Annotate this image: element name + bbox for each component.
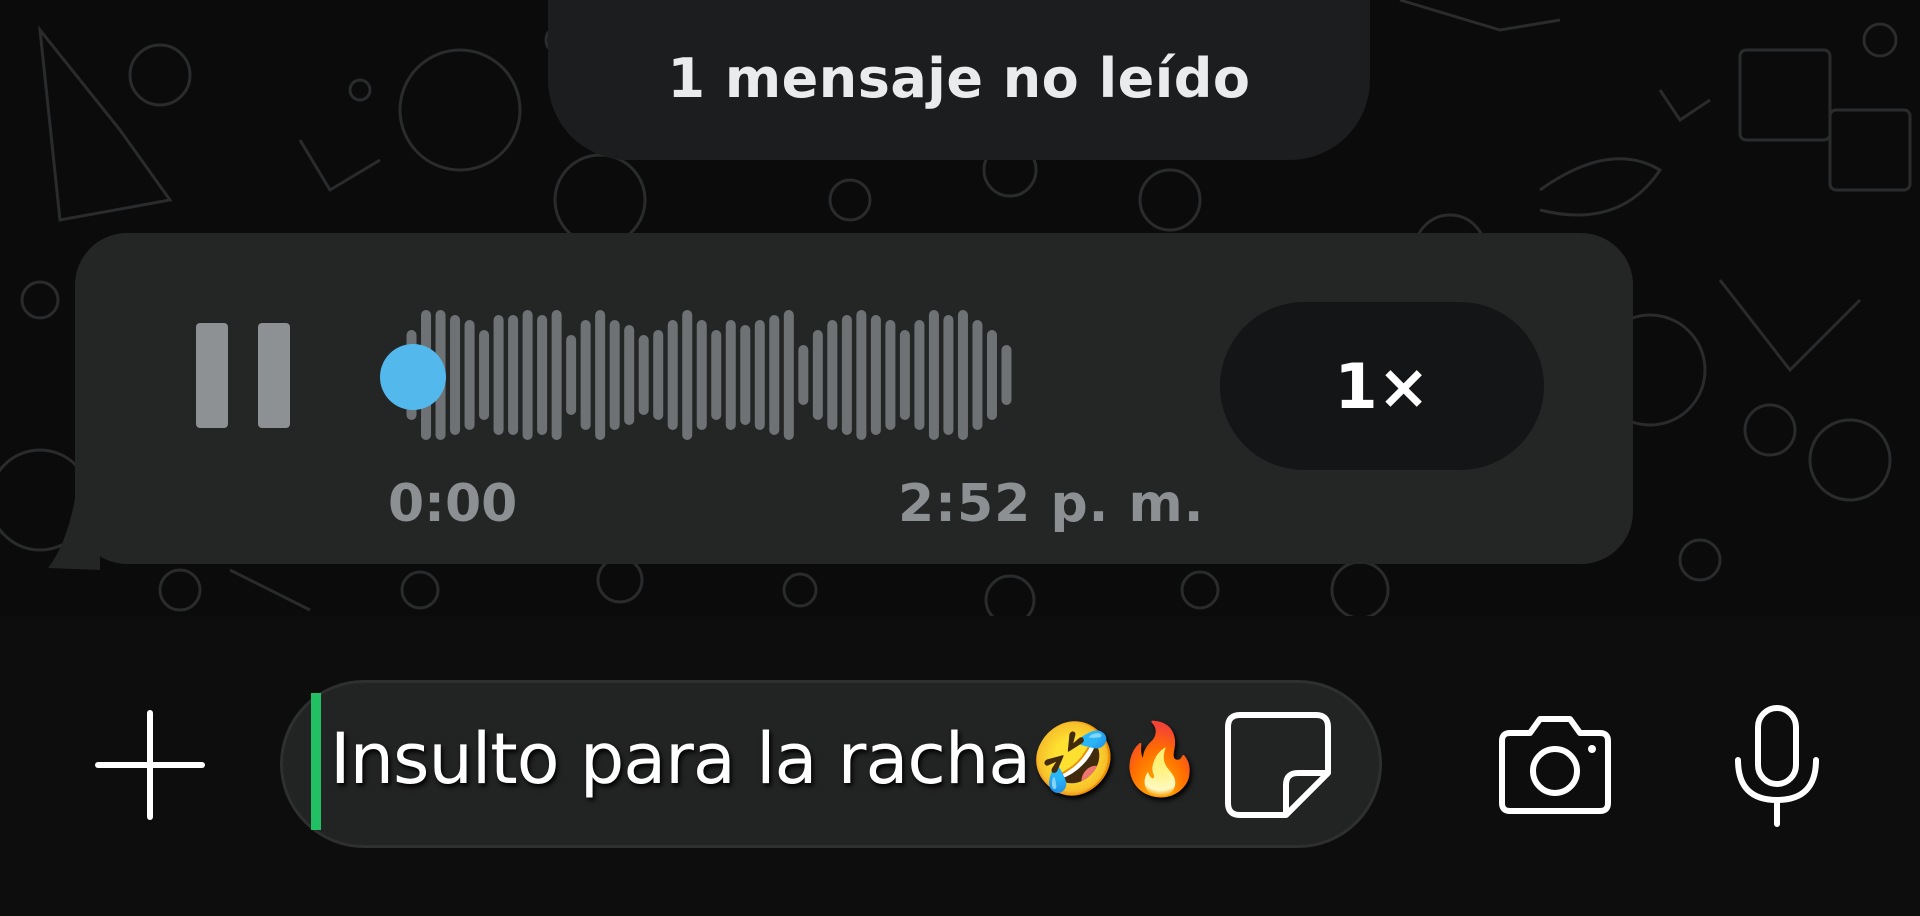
waveform-bar xyxy=(682,310,693,440)
waveform-bar xyxy=(783,310,794,440)
waveform-bar xyxy=(812,330,823,420)
chat-screen: 1 mensaje no leído 0:00 2:52 p. m. 1× In… xyxy=(0,0,1920,916)
unread-messages-label: 1 mensaje no leído xyxy=(667,46,1251,110)
waveform-bar xyxy=(537,315,548,435)
waveform-bar xyxy=(928,310,939,440)
waveform-bar xyxy=(580,320,591,430)
waveform-bar xyxy=(450,315,461,435)
waveform-bar xyxy=(464,320,475,430)
plus-icon[interactable] xyxy=(90,705,210,825)
microphone-icon[interactable] xyxy=(1722,700,1832,830)
waveform-bar xyxy=(711,330,722,420)
waveform-bar xyxy=(914,320,925,430)
waveform-bar xyxy=(653,330,664,420)
waveform-bar xyxy=(624,325,635,425)
waveform-bar xyxy=(943,315,954,435)
waveform-bar xyxy=(551,310,562,440)
waveform-bar xyxy=(972,320,983,430)
pause-button[interactable] xyxy=(178,306,298,436)
waveform-bar xyxy=(725,320,736,430)
waveform-bar xyxy=(885,320,896,430)
pause-icon-bar xyxy=(258,323,290,428)
waveform-bar xyxy=(522,310,533,440)
waveform-bar xyxy=(856,310,867,440)
waveform-bar xyxy=(479,330,490,420)
waveform-bar xyxy=(769,315,780,435)
waveform-bar xyxy=(508,315,519,435)
waveform-bar xyxy=(667,320,678,430)
waveform-bar xyxy=(798,345,809,405)
waveform-bar xyxy=(638,335,649,415)
waveform-bar xyxy=(566,335,577,415)
sticker-icon[interactable] xyxy=(1218,705,1338,825)
text-caret xyxy=(311,693,321,830)
pause-icon xyxy=(196,323,228,428)
waveform-bar xyxy=(899,330,910,420)
waveform-bar xyxy=(754,320,765,430)
waveform-bar xyxy=(1001,345,1012,405)
camera-icon[interactable] xyxy=(1490,705,1620,825)
message-timestamp: 2:52 p. m. xyxy=(898,474,1205,534)
waveform-bar xyxy=(493,315,504,435)
waveform-bar xyxy=(595,310,606,440)
waveform-bar xyxy=(986,330,997,420)
playback-elapsed-time: 0:00 xyxy=(388,474,518,534)
playback-speed-button[interactable]: 1× xyxy=(1220,302,1544,470)
waveform-bar xyxy=(609,320,620,430)
unread-messages-banner: 1 mensaje no leído xyxy=(548,0,1370,160)
audio-waveform[interactable] xyxy=(380,300,1180,450)
waveform-bar xyxy=(870,315,881,435)
waveform-bar xyxy=(827,320,838,430)
waveform-bar xyxy=(957,310,968,440)
waveform-bar xyxy=(841,315,852,435)
waveform-bar xyxy=(696,320,707,430)
message-input-text[interactable]: Insulto para la racha🤣🔥 xyxy=(330,718,1203,801)
waveform-bar xyxy=(740,325,751,425)
playback-progress-handle[interactable] xyxy=(380,344,446,410)
playback-speed-label: 1× xyxy=(1334,349,1430,423)
